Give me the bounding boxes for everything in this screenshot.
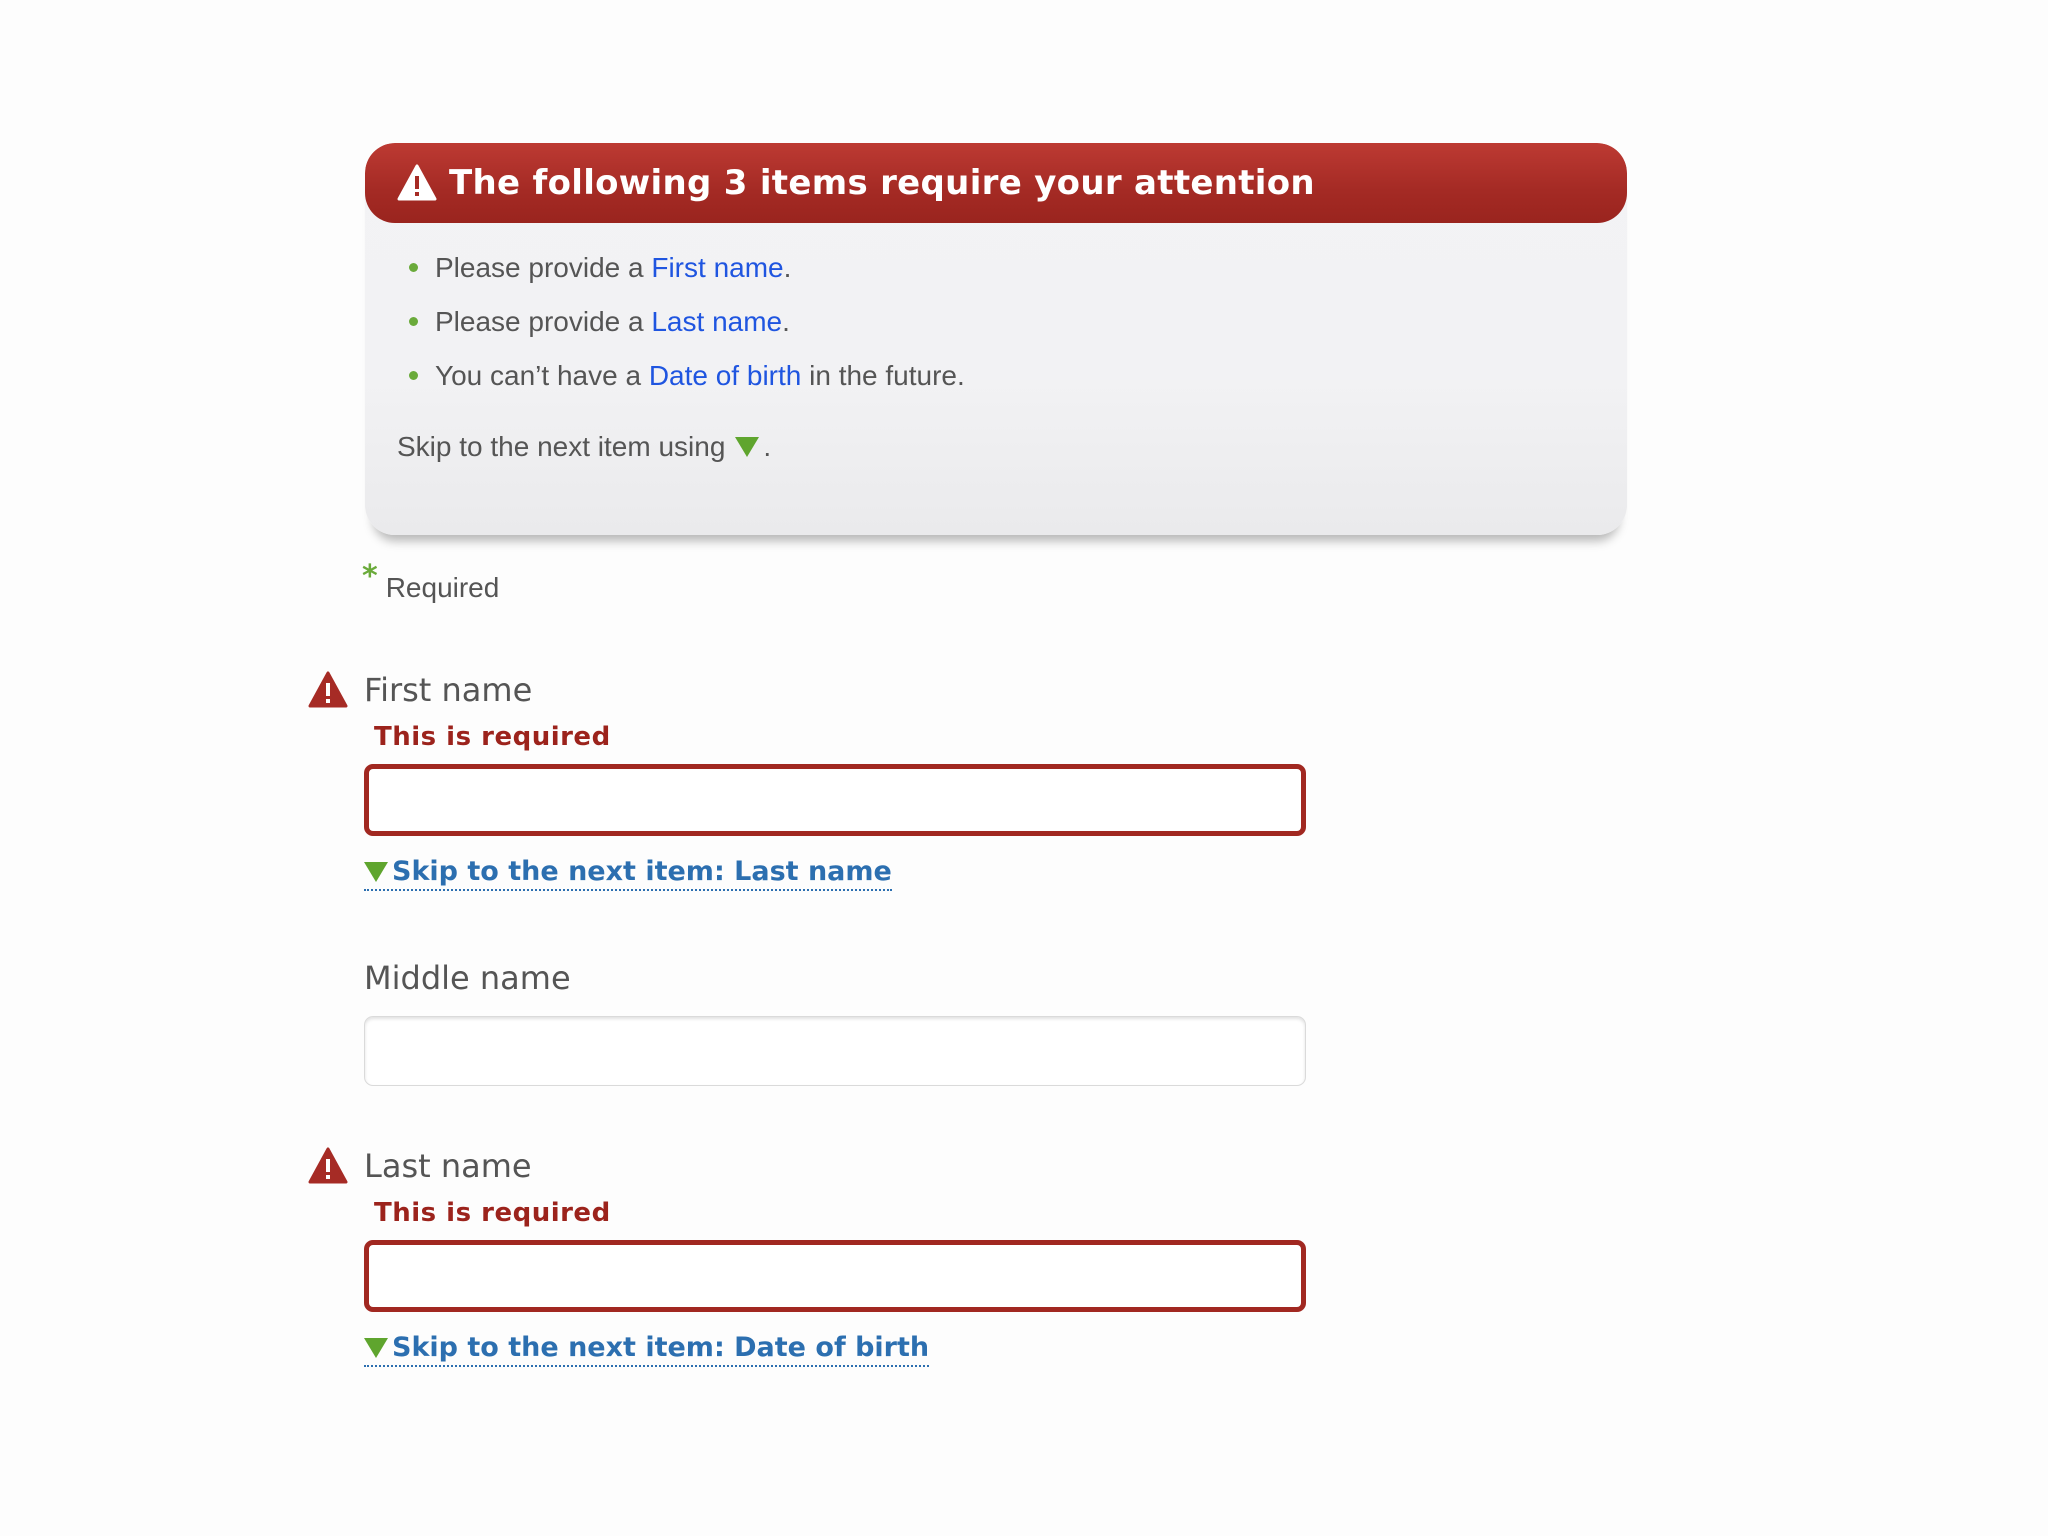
skip-note-suffix: . xyxy=(763,431,772,462)
skip-to-last-name-link[interactable]: Skip to the next item: Last name xyxy=(364,856,892,891)
last-name-label: Last name xyxy=(364,1147,532,1185)
required-label: Required xyxy=(385,572,500,603)
first-name-input[interactable] xyxy=(364,764,1306,836)
middle-name-input[interactable] xyxy=(364,1016,1306,1086)
field-label-row: Middle name xyxy=(308,956,1308,1000)
error-summary-item: Please provide a First name. xyxy=(409,247,1627,301)
error-summary-item-text: Please provide a xyxy=(435,306,652,337)
field-middle-name: Middle name xyxy=(308,956,1308,1086)
down-triangle-icon xyxy=(735,437,760,457)
error-summary-item-suffix: . xyxy=(782,306,790,337)
error-link-date-of-birth[interactable]: Date of birth xyxy=(649,360,802,391)
error-summary-item-suffix: in the future. xyxy=(801,360,965,391)
first-name-error: This is required xyxy=(374,722,611,752)
error-summary-list: Please provide a First name. Please prov… xyxy=(365,223,1627,409)
error-summary-header: The following 3 items require your atten… xyxy=(365,143,1627,223)
error-summary-title: The following 3 items require your atten… xyxy=(449,163,1315,203)
warning-icon xyxy=(397,164,437,201)
required-note: * Required xyxy=(362,562,499,604)
bullet-icon xyxy=(409,317,418,326)
error-summary-item: Please provide a Last name. xyxy=(409,301,1627,355)
down-triangle-icon xyxy=(364,861,388,882)
warning-icon xyxy=(308,671,348,708)
field-last-name: Last name This is required Skip to the n… xyxy=(308,1144,1308,1367)
first-name-label: First name xyxy=(364,671,533,709)
last-name-error: This is required xyxy=(374,1198,611,1228)
field-label-row: Last name xyxy=(308,1144,1308,1188)
error-summary-item-suffix: . xyxy=(783,252,792,283)
skip-to-date-of-birth-link[interactable]: Skip to the next item: Date of birth xyxy=(364,1332,930,1367)
middle-name-label: Middle name xyxy=(364,959,571,997)
skip-link-label: Skip to the next item: Last name xyxy=(392,856,892,887)
bullet-icon xyxy=(409,371,418,380)
skip-note-text: Skip to the next item using xyxy=(397,431,726,462)
field-first-name: First name This is required Skip to the … xyxy=(308,668,1308,891)
error-summary-item-text: Please provide a xyxy=(435,252,652,283)
error-summary-item-text: You can’t have a xyxy=(435,360,649,391)
error-summary-item: You can’t have a Date of birth in the fu… xyxy=(409,355,1627,409)
last-name-input[interactable] xyxy=(364,1240,1306,1312)
field-label-row: First name xyxy=(308,668,1308,712)
bullet-icon xyxy=(409,263,418,272)
down-triangle-icon xyxy=(364,1337,388,1358)
warning-icon xyxy=(308,1147,348,1184)
error-link-last-name[interactable]: Last name xyxy=(651,306,782,337)
required-asterisk-icon: * xyxy=(362,559,378,594)
error-summary: The following 3 items require your atten… xyxy=(365,143,1627,535)
page: The following 3 items require your atten… xyxy=(0,0,2048,1536)
skip-note: Skip to the next item using . xyxy=(397,431,1627,463)
error-link-first-name[interactable]: First name xyxy=(651,252,783,283)
skip-link-label: Skip to the next item: Date of birth xyxy=(392,1332,930,1363)
